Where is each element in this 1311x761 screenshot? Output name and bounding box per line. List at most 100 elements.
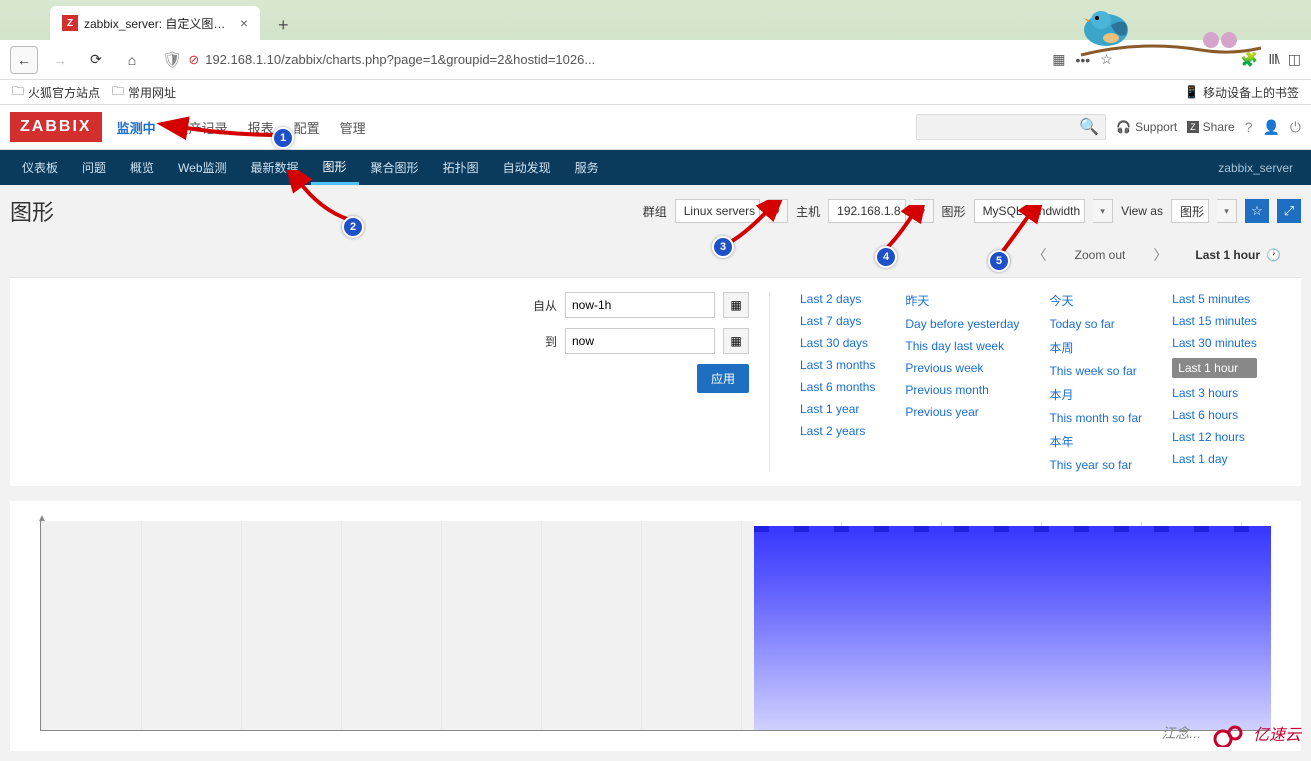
- bookmark-star-icon[interactable]: ☆: [1100, 51, 1113, 68]
- help-icon[interactable]: ?: [1245, 119, 1253, 135]
- share-link[interactable]: ZShare: [1187, 120, 1235, 134]
- quick-range-link[interactable]: Previous year: [905, 405, 1019, 419]
- chart-series-area: [754, 529, 1271, 730]
- tab-close-icon[interactable]: ×: [240, 15, 248, 31]
- quick-range-link[interactable]: 昨天: [905, 292, 1019, 309]
- annotation-badge-2: 2: [342, 216, 364, 238]
- favorite-button[interactable]: ☆: [1245, 199, 1269, 223]
- quick-range-link[interactable]: 本月: [1049, 386, 1142, 403]
- quick-range-link[interactable]: This day last week: [905, 339, 1019, 353]
- subnav-screens[interactable]: 聚合图形: [359, 150, 431, 185]
- forward-button[interactable]: →: [46, 46, 74, 74]
- server-name: zabbix_server: [1218, 161, 1301, 175]
- annotation-badge-1: 1: [272, 127, 294, 149]
- search-icon: 🔍: [1079, 117, 1099, 137]
- quick-range-link[interactable]: Last 3 months: [800, 358, 875, 372]
- menu-config[interactable]: 配置: [294, 118, 320, 137]
- sidebar-icon[interactable]: ◫: [1288, 51, 1301, 68]
- group-select[interactable]: Linux servers: [675, 199, 760, 223]
- quick-range-link[interactable]: This week so far: [1049, 364, 1142, 378]
- quick-range-link[interactable]: Last 6 hours: [1172, 408, 1257, 422]
- subnav-services[interactable]: 服务: [563, 150, 611, 185]
- chevron-down-icon[interactable]: ▾: [768, 199, 788, 223]
- subnav-dashboard[interactable]: 仪表板: [10, 150, 70, 185]
- home-button[interactable]: ⌂: [118, 46, 146, 74]
- time-current[interactable]: Last 1 hour🕐: [1195, 248, 1281, 262]
- menu-inventory[interactable]: 资产记录: [176, 118, 228, 137]
- watermark: 江念... 亿速云: [1161, 719, 1301, 747]
- reader-icon[interactable]: ▦: [1052, 51, 1065, 68]
- subnav-graphs[interactable]: 图形: [311, 150, 359, 185]
- reload-button[interactable]: ⟳: [82, 46, 110, 74]
- quick-range-link[interactable]: This month so far: [1049, 411, 1142, 425]
- quick-range-link[interactable]: Today so far: [1049, 317, 1142, 331]
- quick-range-link[interactable]: Last 2 days: [800, 292, 875, 306]
- menu-reports[interactable]: 报表: [248, 118, 274, 137]
- from-label: 自从: [527, 297, 557, 314]
- bookmark-item[interactable]: 🗀常用网址: [112, 82, 176, 103]
- quick-range-link[interactable]: Last 2 years: [800, 424, 875, 438]
- quick-range-link[interactable]: This year so far: [1049, 458, 1142, 472]
- quick-range-link[interactable]: Last 30 minutes: [1172, 336, 1257, 350]
- quick-range-link[interactable]: 本周: [1049, 339, 1142, 356]
- menu-monitoring[interactable]: 监测中: [117, 118, 156, 137]
- chart[interactable]: ▲: [40, 521, 1271, 731]
- user-icon[interactable]: 👤: [1262, 119, 1279, 136]
- more-icon[interactable]: •••: [1076, 52, 1091, 68]
- browser-tab[interactable]: Z zabbix_server: 自定义图表 [每 ×: [50, 6, 260, 40]
- apply-button[interactable]: 应用: [697, 364, 749, 393]
- chevron-down-icon[interactable]: ▾: [1217, 199, 1237, 223]
- zabbix-logo[interactable]: ZABBIX: [10, 112, 102, 142]
- time-prev-button[interactable]: 〈: [1025, 245, 1055, 265]
- subnav-latest[interactable]: 最新数据: [239, 150, 311, 185]
- quick-range-link[interactable]: Last 30 days: [800, 336, 875, 350]
- subnav-web[interactable]: Web监测: [166, 150, 238, 185]
- quick-range-link[interactable]: 本年: [1049, 433, 1142, 450]
- host-select[interactable]: 192.168.1.8: [828, 199, 905, 223]
- calendar-icon[interactable]: ▦: [723, 328, 749, 354]
- to-input[interactable]: [565, 328, 715, 354]
- support-link[interactable]: 🎧Support: [1116, 120, 1177, 134]
- bookmark-item[interactable]: 🗀火狐官方站点: [12, 82, 100, 103]
- quick-range-link[interactable]: Last 1 day: [1172, 452, 1257, 466]
- quick-range-link[interactable]: 今天: [1049, 292, 1142, 309]
- quick-range-link[interactable]: Last 3 hours: [1172, 386, 1257, 400]
- page-title: 图形: [10, 195, 54, 227]
- fullscreen-button[interactable]: ⤢: [1277, 199, 1301, 223]
- quick-range-link[interactable]: Last 6 months: [800, 380, 875, 394]
- quick-range-link[interactable]: Last 7 days: [800, 314, 875, 328]
- library-icon[interactable]: Ⅲ\: [1268, 51, 1278, 68]
- back-button[interactable]: ←: [10, 46, 38, 74]
- mobile-bookmarks[interactable]: 📱移动设备上的书签: [1184, 84, 1299, 101]
- quick-range-link[interactable]: Last 15 minutes: [1172, 314, 1257, 328]
- new-tab-button[interactable]: +: [270, 11, 297, 40]
- graph-select[interactable]: MySQL bandwidth: [974, 199, 1086, 223]
- quick-range-link[interactable]: Previous month: [905, 383, 1019, 397]
- search-input[interactable]: 🔍: [916, 114, 1106, 140]
- quick-range-link[interactable]: Last 5 minutes: [1172, 292, 1257, 306]
- quick-range-link[interactable]: Previous week: [905, 361, 1019, 375]
- calendar-icon[interactable]: ▦: [723, 292, 749, 318]
- group-label: 群组: [643, 203, 667, 220]
- url-box[interactable]: 🛡 ⊘ 192.168.1.10/zabbix/charts.php?page=…: [154, 45, 1044, 75]
- quick-range-link[interactable]: Last 12 hours: [1172, 430, 1257, 444]
- viewas-select[interactable]: 图形: [1171, 199, 1209, 223]
- subnav-overview[interactable]: 概览: [118, 150, 166, 185]
- zoom-out-button[interactable]: Zoom out: [1075, 248, 1126, 262]
- power-icon[interactable]: ⏻: [1290, 119, 1301, 136]
- menu-admin[interactable]: 管理: [340, 118, 366, 137]
- subnav-maps[interactable]: 拓扑图: [431, 150, 491, 185]
- quick-range-link[interactable]: Last 1 year: [800, 402, 875, 416]
- from-input[interactable]: [565, 292, 715, 318]
- chevron-down-icon[interactable]: ▾: [914, 199, 934, 223]
- quick-range-link[interactable]: Day before yesterday: [905, 317, 1019, 331]
- quick-range-link[interactable]: Last 1 hour: [1172, 358, 1257, 378]
- extension-icon[interactable]: 🧩: [1241, 51, 1258, 68]
- subnav-discovery[interactable]: 自动发现: [491, 150, 563, 185]
- headset-icon: 🎧: [1116, 120, 1131, 134]
- shield-icon[interactable]: 🛡: [162, 50, 182, 70]
- chevron-down-icon[interactable]: ▾: [1093, 199, 1113, 223]
- subnav-problems[interactable]: 问题: [70, 150, 118, 185]
- time-next-button[interactable]: 〉: [1145, 245, 1175, 265]
- host-label: 主机: [796, 203, 820, 220]
